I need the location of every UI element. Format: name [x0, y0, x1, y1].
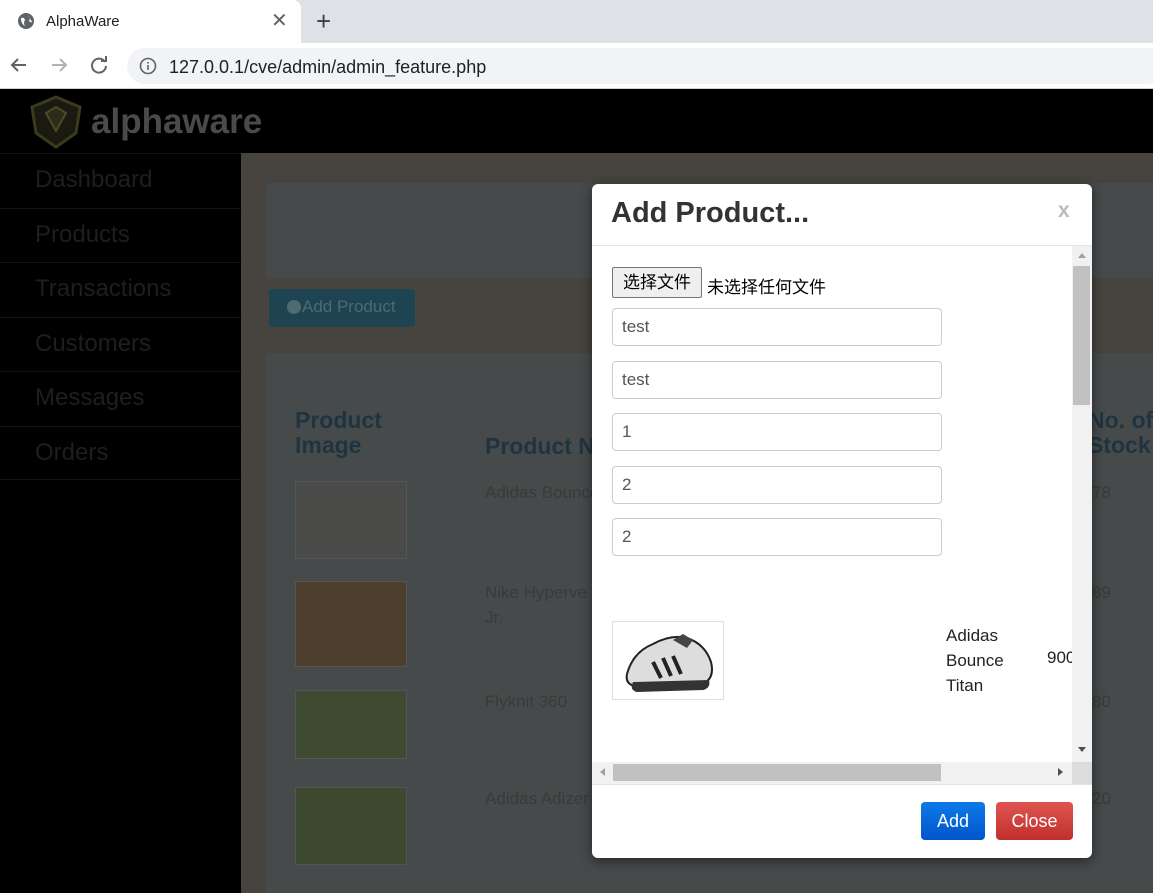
preview-product-image: [612, 621, 724, 700]
column-header-stock: No. of Stock: [1088, 407, 1153, 458]
column-header-image: Product Image: [295, 407, 382, 458]
product-thumbnail: [295, 481, 407, 559]
sidebar-item-messages[interactable]: Messages: [0, 371, 241, 426]
vertical-scrollbar-thumb[interactable]: [1073, 266, 1090, 405]
product-stock: 78: [1092, 483, 1111, 502]
scroll-left-arrow-icon[interactable]: [600, 768, 605, 776]
browser-toolbar: 127.0.0.1/cve/admin/admin_feature.php: [0, 43, 1153, 89]
brand-name[interactable]: alphaware: [91, 102, 262, 142]
product-stock: 80: [1092, 692, 1111, 711]
product-name: Adidas Bounce: [485, 483, 600, 502]
product-quantity-input[interactable]: 2: [612, 518, 942, 556]
forward-arrow-icon[interactable]: [47, 53, 71, 77]
browser-tab[interactable]: AlphaWare ✕: [0, 0, 301, 43]
product-stock: 20: [1092, 789, 1111, 808]
browser-tabstrip: AlphaWare ✕ +: [0, 0, 1153, 43]
info-icon[interactable]: [139, 57, 157, 75]
modal-footer: Add Close: [592, 784, 1092, 858]
product-name: Adidas Adizer: [485, 789, 589, 808]
scroll-down-arrow-icon[interactable]: [1078, 747, 1086, 752]
globe-icon: [18, 13, 34, 29]
add-product-modal: Add Product... x 选择文件 未选择任何文件 test test …: [592, 184, 1092, 858]
back-arrow-icon[interactable]: [7, 53, 31, 77]
add-button[interactable]: Add: [921, 802, 985, 840]
add-product-button[interactable]: Add Product: [269, 289, 415, 327]
new-tab-icon[interactable]: +: [316, 6, 331, 36]
product-description-input[interactable]: test: [612, 361, 942, 399]
product-price-input[interactable]: 1: [612, 413, 942, 451]
preview-product-name: Adidas Bounce Titan: [946, 626, 1004, 695]
product-thumbnail: [295, 581, 407, 667]
choose-file-button[interactable]: 选择文件: [612, 267, 702, 298]
scroll-right-arrow-icon[interactable]: [1058, 768, 1063, 776]
product-stock: 89: [1092, 583, 1111, 602]
horizontal-scrollbar-thumb[interactable]: [613, 764, 941, 781]
top-navbar: alphaware: [0, 89, 1153, 153]
sidebar-item-customers[interactable]: Customers: [0, 316, 241, 372]
reload-icon[interactable]: [87, 53, 111, 77]
modal-close-x-icon[interactable]: x: [1058, 199, 1070, 223]
modal-body: 选择文件 未选择任何文件 test test 1 2 2 Adidas Boun…: [592, 246, 1092, 784]
product-thumbnail: [295, 787, 407, 865]
product-stock-input[interactable]: 2: [612, 466, 942, 504]
address-bar[interactable]: 127.0.0.1/cve/admin/admin_feature.php: [127, 48, 1153, 84]
product-thumbnail: [295, 690, 407, 759]
scroll-up-arrow-icon[interactable]: [1078, 253, 1086, 258]
file-status-label: 未选择任何文件: [707, 278, 826, 297]
product-name: Flyknit 360: [485, 692, 568, 711]
sidebar-item-transactions[interactable]: Transactions: [0, 262, 241, 317]
url-text: 127.0.0.1/cve/admin/admin_feature.php: [169, 57, 487, 77]
modal-header: Add Product... x: [592, 184, 1092, 246]
product-name-input[interactable]: test: [612, 308, 942, 346]
modal-title: Add Product...: [611, 197, 810, 229]
sidebar: Dashboard Products Transactions Customer…: [0, 153, 241, 893]
close-button[interactable]: Close: [996, 802, 1073, 840]
product-name: Nike Hyperve Jr.: [485, 583, 588, 627]
tab-title: AlphaWare: [46, 13, 120, 30]
scrollbar-corner: [1072, 762, 1092, 784]
column-header-name: Product N: [485, 433, 595, 459]
logo-shield-icon: [30, 95, 82, 149]
sidebar-item-products[interactable]: Products: [0, 207, 241, 263]
sidebar-item-dashboard[interactable]: Dashboard: [0, 153, 241, 208]
sidebar-item-orders[interactable]: Orders: [0, 425, 241, 480]
shoe-icon: [625, 634, 713, 692]
tab-close-icon[interactable]: ✕: [271, 9, 288, 33]
plus-circle-icon: [287, 300, 301, 314]
